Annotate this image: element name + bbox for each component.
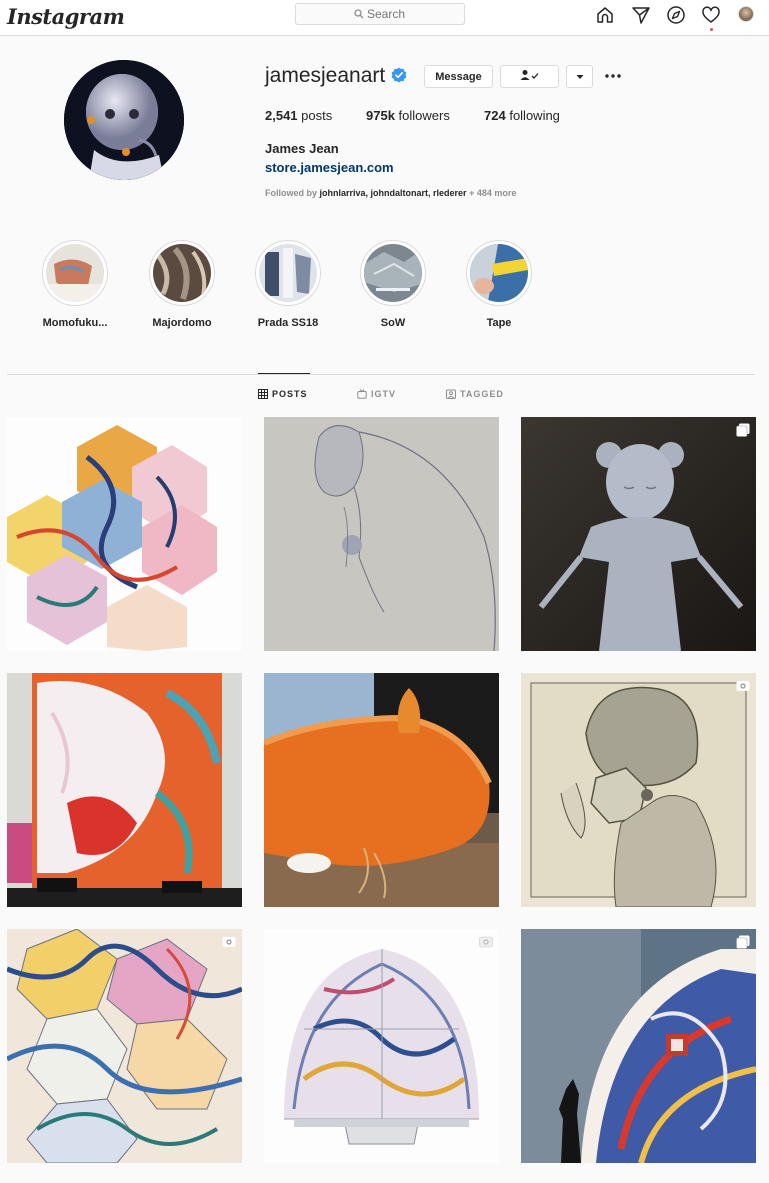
tab-tagged[interactable]: TAGGED: [446, 389, 504, 399]
highlight-label: Tape: [486, 317, 512, 329]
highlight-ring: [255, 240, 321, 306]
active-tab-indicator: [258, 373, 310, 374]
carousel-icon: [736, 935, 750, 949]
highlight-label: Momofuku...: [42, 317, 108, 329]
notification-dot: [710, 28, 713, 31]
highlight-ring: [42, 240, 108, 306]
post-image: [521, 673, 756, 907]
profile-picture[interactable]: [64, 60, 184, 180]
post-tile[interactable]: [264, 417, 499, 651]
post-tile[interactable]: [521, 417, 756, 651]
post-tile[interactable]: [264, 673, 499, 907]
tab-posts[interactable]: POSTS: [258, 389, 308, 399]
highlight-cover: [364, 244, 422, 302]
followed-by-names: johnlarriva, johndaltonart, rlederer: [319, 188, 467, 198]
story-highlight[interactable]: Majordomo: [142, 240, 222, 329]
following-button[interactable]: [500, 65, 559, 88]
followers-label: followers: [398, 108, 450, 123]
highlight-ring: [466, 240, 532, 306]
activity-heart-icon[interactable]: [701, 5, 721, 25]
direct-icon[interactable]: [631, 5, 651, 25]
post-image: [264, 673, 499, 907]
profile-avatar[interactable]: [738, 6, 754, 22]
post-tile[interactable]: [7, 673, 242, 907]
post-image: [7, 673, 242, 907]
post-tile[interactable]: [7, 929, 242, 1163]
profile-full-name: James Jean: [265, 141, 339, 156]
search-icon: [354, 9, 364, 19]
highlight-ring: [149, 240, 215, 306]
grid-icon: [258, 389, 268, 399]
posts-stat: 2,541 posts: [265, 108, 332, 123]
post-image: [7, 929, 242, 1163]
followed-by-more: + 484 more: [469, 188, 517, 198]
instagram-logo[interactable]: Instagram: [7, 4, 125, 29]
highlight-label: Majordomo: [152, 317, 212, 329]
following-label: following: [509, 108, 560, 123]
following-count: 724: [484, 108, 506, 123]
post-tile[interactable]: [264, 929, 499, 1163]
post-image: [7, 417, 242, 651]
tab-igtv[interactable]: IGTV: [357, 389, 396, 399]
followed-by-prefix: Followed by: [265, 188, 318, 198]
highlight-cover: [153, 244, 211, 302]
highlight-cover: [259, 244, 317, 302]
post-image: [264, 417, 499, 651]
top-nav-bar: Instagram: [0, 0, 769, 36]
tagged-user-icon: [446, 389, 456, 399]
explore-icon[interactable]: [666, 5, 686, 25]
carousel-icon: [736, 423, 750, 437]
highlight-ring: [360, 240, 426, 306]
highlight-label: Prada SS18: [257, 317, 319, 329]
post-tile[interactable]: [521, 673, 756, 907]
posts-label: posts: [301, 108, 333, 123]
more-options-icon[interactable]: [603, 66, 623, 86]
tab-label: TAGGED: [460, 389, 504, 399]
video-camera-icon: [736, 681, 750, 691]
posts-count: 2,541: [265, 108, 298, 123]
following-stat[interactable]: 724 following: [484, 108, 560, 123]
tab-label: IGTV: [371, 389, 397, 399]
story-highlight[interactable]: SoW: [353, 240, 433, 329]
home-icon[interactable]: [595, 5, 615, 25]
igtv-icon: [357, 389, 367, 399]
profile-website-link[interactable]: store.jamesjean.com: [265, 160, 394, 175]
followed-by-text[interactable]: Followed by johnlarriva, johndaltonart, …: [265, 188, 516, 198]
story-highlight[interactable]: Momofuku...: [35, 240, 115, 329]
story-highlight[interactable]: Tape: [459, 240, 539, 329]
post-tile[interactable]: [521, 929, 756, 1163]
post-image: [521, 417, 756, 651]
search-input[interactable]: [296, 4, 464, 24]
post-image: [264, 929, 499, 1163]
search-box[interactable]: [295, 3, 465, 25]
highlight-label: SoW: [380, 317, 406, 329]
chevron-down-icon: [576, 74, 583, 79]
message-button[interactable]: Message: [424, 65, 493, 88]
verified-badge-icon: [391, 67, 407, 83]
post-image: [521, 929, 756, 1163]
profile-username: jamesjeanart: [265, 64, 386, 87]
tab-label: POSTS: [272, 389, 308, 399]
post-tile[interactable]: [7, 417, 242, 651]
story-highlight[interactable]: Prada SS18: [248, 240, 328, 329]
user-check-icon: [520, 70, 538, 80]
followers-count: 975k: [366, 108, 395, 123]
highlight-cover: [470, 244, 528, 302]
tabs-divider: [7, 374, 755, 375]
profile-picture-art: [64, 60, 184, 180]
highlight-cover: [46, 244, 104, 302]
suggested-dropdown-button[interactable]: [566, 65, 593, 88]
followers-stat[interactable]: 975k followers: [366, 108, 450, 123]
video-camera-icon: [222, 937, 236, 947]
video-camera-icon: [479, 936, 493, 948]
